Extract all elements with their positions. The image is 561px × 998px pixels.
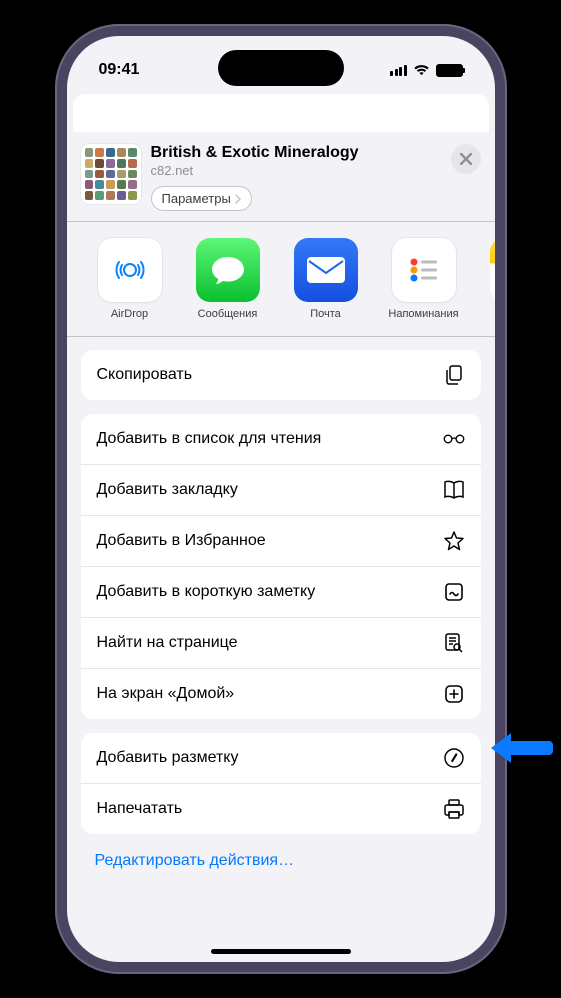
action-reading-list[interactable]: Добавить в список для чтения (81, 414, 481, 464)
action-group-3: Добавить разметку Напечатать (81, 733, 481, 834)
action-label: На экран «Домой» (97, 685, 235, 703)
chevron-right-icon (235, 194, 241, 204)
action-find-on-page[interactable]: Найти на странице (81, 617, 481, 668)
action-label: Добавить закладку (97, 481, 238, 499)
action-add-home-screen[interactable]: На экран «Домой» (81, 668, 481, 719)
findpage-icon (443, 632, 465, 654)
notes-icon (490, 238, 495, 302)
addhome-icon (443, 683, 465, 705)
quicknote-icon (443, 581, 465, 603)
page-title: British & Exotic Mineralogy (151, 144, 441, 162)
star-icon (443, 530, 465, 552)
app-notes-partial[interactable] (473, 238, 495, 320)
wifi-icon (413, 64, 430, 76)
glasses-icon (443, 428, 465, 450)
mail-icon (294, 238, 358, 302)
page-url: c82.net (151, 163, 441, 178)
action-markup[interactable]: Добавить разметку (81, 733, 481, 783)
app-label: Напоминания (388, 308, 458, 320)
close-button[interactable] (451, 144, 481, 174)
app-mail[interactable]: Почта (277, 238, 375, 320)
share-apps-row[interactable]: AirDrop Сообщения Почта (67, 222, 495, 336)
action-add-favorites[interactable]: Добавить в Избранное (81, 515, 481, 566)
action-group-1: Скопировать (81, 350, 481, 400)
action-label: Добавить в список для чтения (97, 430, 322, 448)
action-label: Найти на странице (97, 634, 238, 652)
home-indicator[interactable] (211, 949, 351, 954)
status-time: 09:41 (99, 61, 140, 79)
options-button[interactable]: Параметры (151, 186, 252, 211)
app-airdrop[interactable]: AirDrop (81, 238, 179, 320)
app-reminders[interactable]: Напоминания (375, 238, 473, 320)
app-label: AirDrop (111, 308, 148, 320)
print-icon (443, 798, 465, 820)
action-label: Добавить в Избранное (97, 532, 266, 550)
app-messages[interactable]: Сообщения (179, 238, 277, 320)
reminders-icon (392, 238, 456, 302)
airdrop-icon (98, 238, 162, 302)
action-label: Добавить в короткую заметку (97, 583, 316, 601)
action-print[interactable]: Напечатать (81, 783, 481, 834)
screen: 09:41 British & Exotic (67, 36, 495, 962)
dynamic-island (218, 50, 344, 86)
action-label: Скопировать (97, 366, 193, 384)
app-label: Почта (310, 308, 341, 320)
battery-icon (436, 64, 463, 77)
action-quick-note[interactable]: Добавить в короткую заметку (81, 566, 481, 617)
edit-actions-link[interactable]: Редактировать действия… (67, 842, 495, 870)
action-group-2: Добавить в список для чтения Добавить за… (81, 414, 481, 719)
app-label: Сообщения (198, 308, 258, 320)
markup-icon (443, 747, 465, 769)
close-icon (460, 153, 472, 165)
action-add-bookmark[interactable]: Добавить закладку (81, 464, 481, 515)
action-label: Добавить разметку (97, 749, 239, 767)
phone-frame: 09:41 British & Exotic (55, 24, 507, 974)
book-icon (443, 479, 465, 501)
action-copy[interactable]: Скопировать (81, 350, 481, 400)
options-label: Параметры (162, 191, 231, 206)
share-sheet: British & Exotic Mineralogy c82.net Пара… (67, 132, 495, 870)
page-thumbnail (81, 144, 141, 204)
background-page-peek (73, 94, 489, 132)
cellular-icon (390, 65, 407, 76)
action-label: Напечатать (97, 800, 183, 818)
callout-arrow (491, 729, 553, 767)
messages-icon (196, 238, 260, 302)
copy-icon (443, 364, 465, 386)
